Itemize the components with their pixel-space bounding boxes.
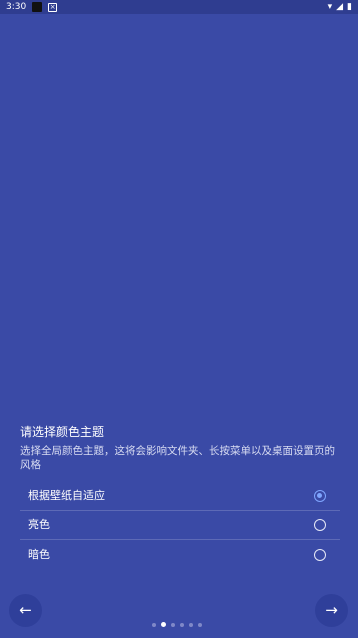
page-dot	[189, 622, 193, 627]
option-label: 根据壁纸自适应	[28, 489, 105, 502]
status-bar-left: 3:30 ×	[6, 0, 58, 14]
status-bar: 3:30 × ▾ ◢ ▮	[0, 0, 358, 14]
page-indicator	[152, 622, 202, 627]
status-time: 3:30	[6, 2, 27, 12]
theme-option-dark[interactable]: 暗色	[20, 540, 340, 569]
notification-badge-icon: ×	[48, 2, 58, 12]
theme-options-list: 根据壁纸自适应 亮色 暗色	[20, 482, 340, 569]
next-button[interactable]: →	[315, 594, 348, 627]
signal-icon: ◢	[336, 2, 344, 12]
wifi-icon: ▾	[327, 2, 333, 12]
page-dot-active	[161, 622, 166, 627]
radio-button-checked[interactable]	[314, 490, 326, 502]
option-label: 亮色	[28, 518, 50, 531]
arrow-left-icon: ←	[19, 601, 32, 619]
previous-button[interactable]: ←	[9, 594, 42, 627]
status-bar-right: ▾ ◢ ▮	[328, 2, 352, 12]
square-icon	[32, 2, 43, 12]
page-dot	[198, 622, 202, 627]
page-dot	[171, 622, 175, 627]
theme-option-adaptive[interactable]: 根据壁纸自适应	[20, 482, 340, 511]
page-dot	[180, 622, 184, 627]
radio-button[interactable]	[314, 519, 326, 531]
page-dot	[152, 622, 156, 627]
page-description: 选择全局颜色主题，这将会影响文件夹、长按菜单以及桌面设置页的风格	[20, 445, 335, 471]
battery-icon: ▮	[347, 2, 352, 12]
radio-button[interactable]	[314, 548, 326, 561]
arrow-right-icon: →	[325, 601, 338, 619]
page-title: 请选择颜色主题	[20, 425, 105, 439]
option-label: 暗色	[28, 547, 50, 561]
theme-option-light[interactable]: 亮色	[20, 511, 340, 540]
